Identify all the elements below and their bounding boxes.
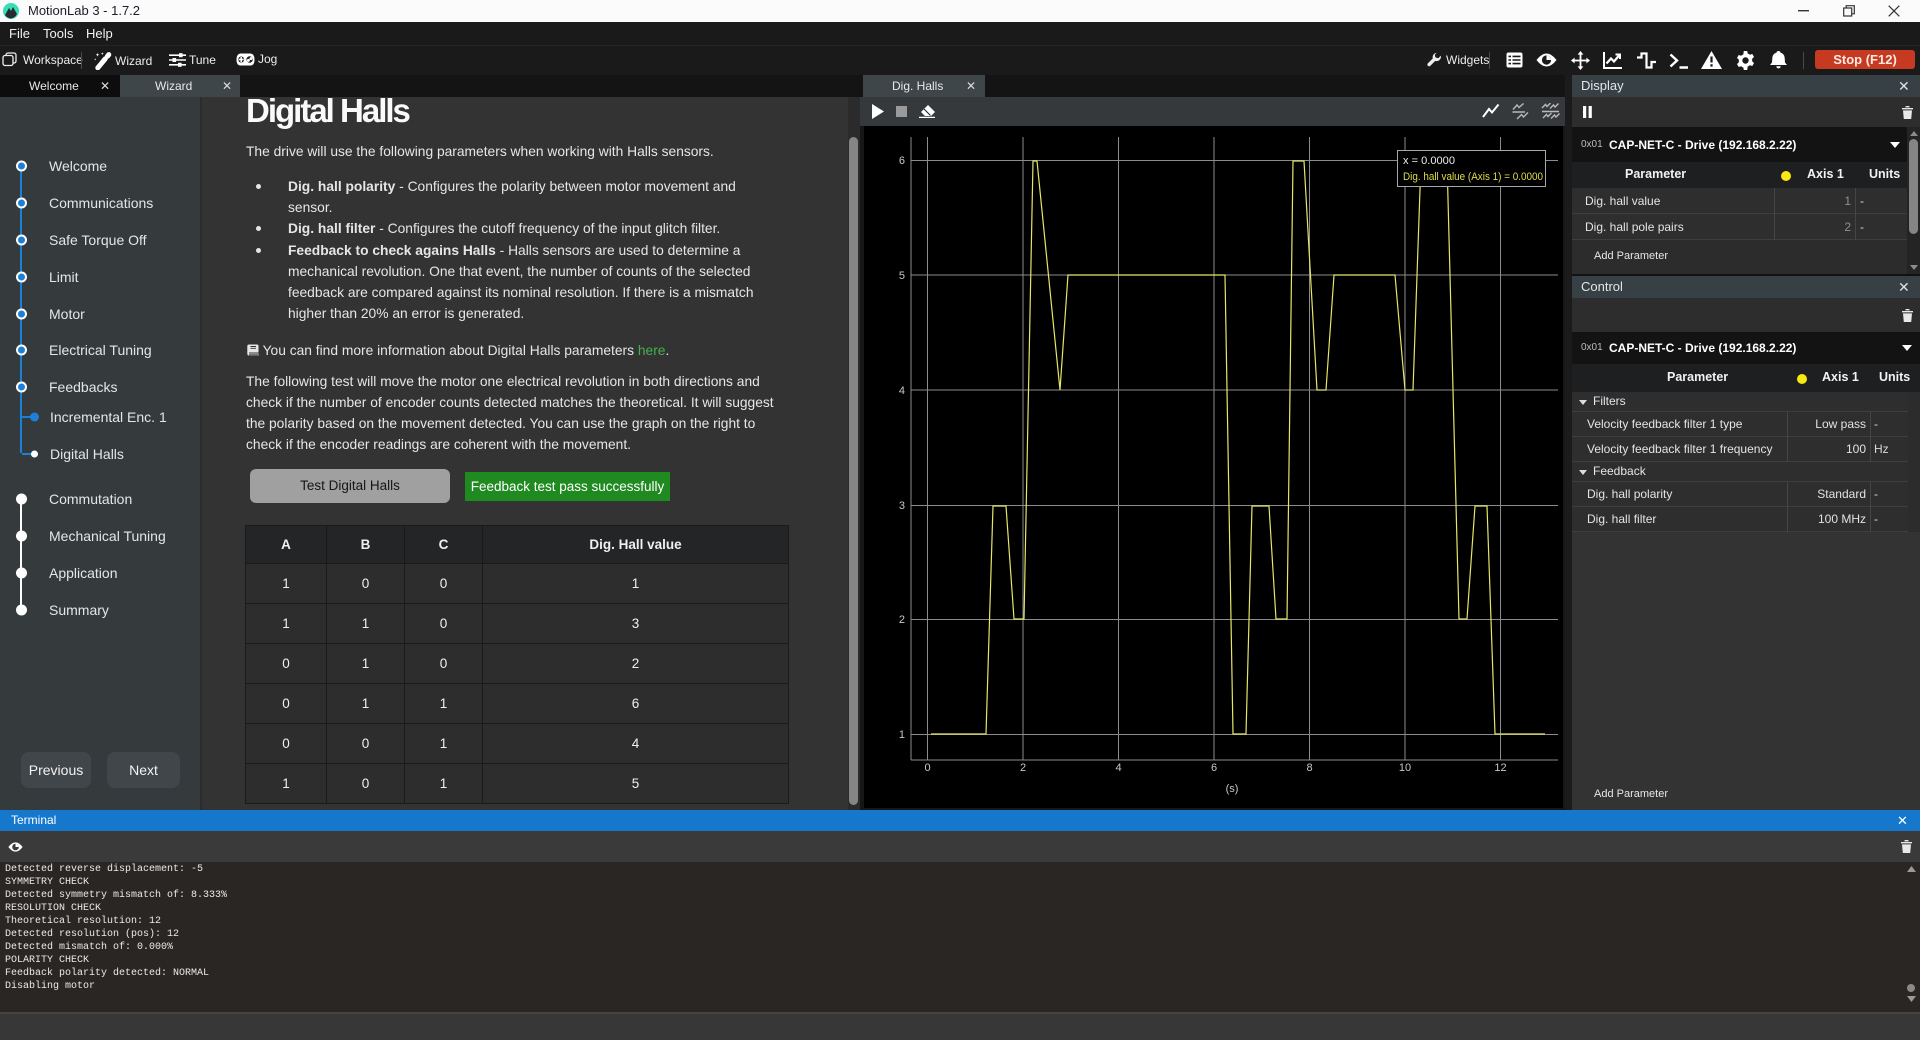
svg-text:10: 10 [1399,762,1411,774]
svg-text:2: 2 [899,614,905,626]
svg-text:6: 6 [1211,762,1217,774]
svg-text:Dig. hall value (Axis 1) = 0.0: Dig. hall value (Axis 1) = 0.0000 [1403,171,1543,183]
svg-text:1: 1 [899,729,905,741]
svg-text:2: 2 [1020,762,1026,774]
svg-text:3: 3 [899,500,905,512]
svg-text:4: 4 [1115,762,1121,774]
svg-text:(s): (s) [1226,783,1239,795]
svg-text:4: 4 [899,385,905,397]
svg-text:x = 0.0000: x = 0.0000 [1403,155,1455,167]
svg-text:12: 12 [1494,762,1506,774]
svg-text:6: 6 [899,155,905,167]
svg-text:5: 5 [899,270,905,282]
svg-text:8: 8 [1306,762,1312,774]
svg-text:0: 0 [924,762,930,774]
